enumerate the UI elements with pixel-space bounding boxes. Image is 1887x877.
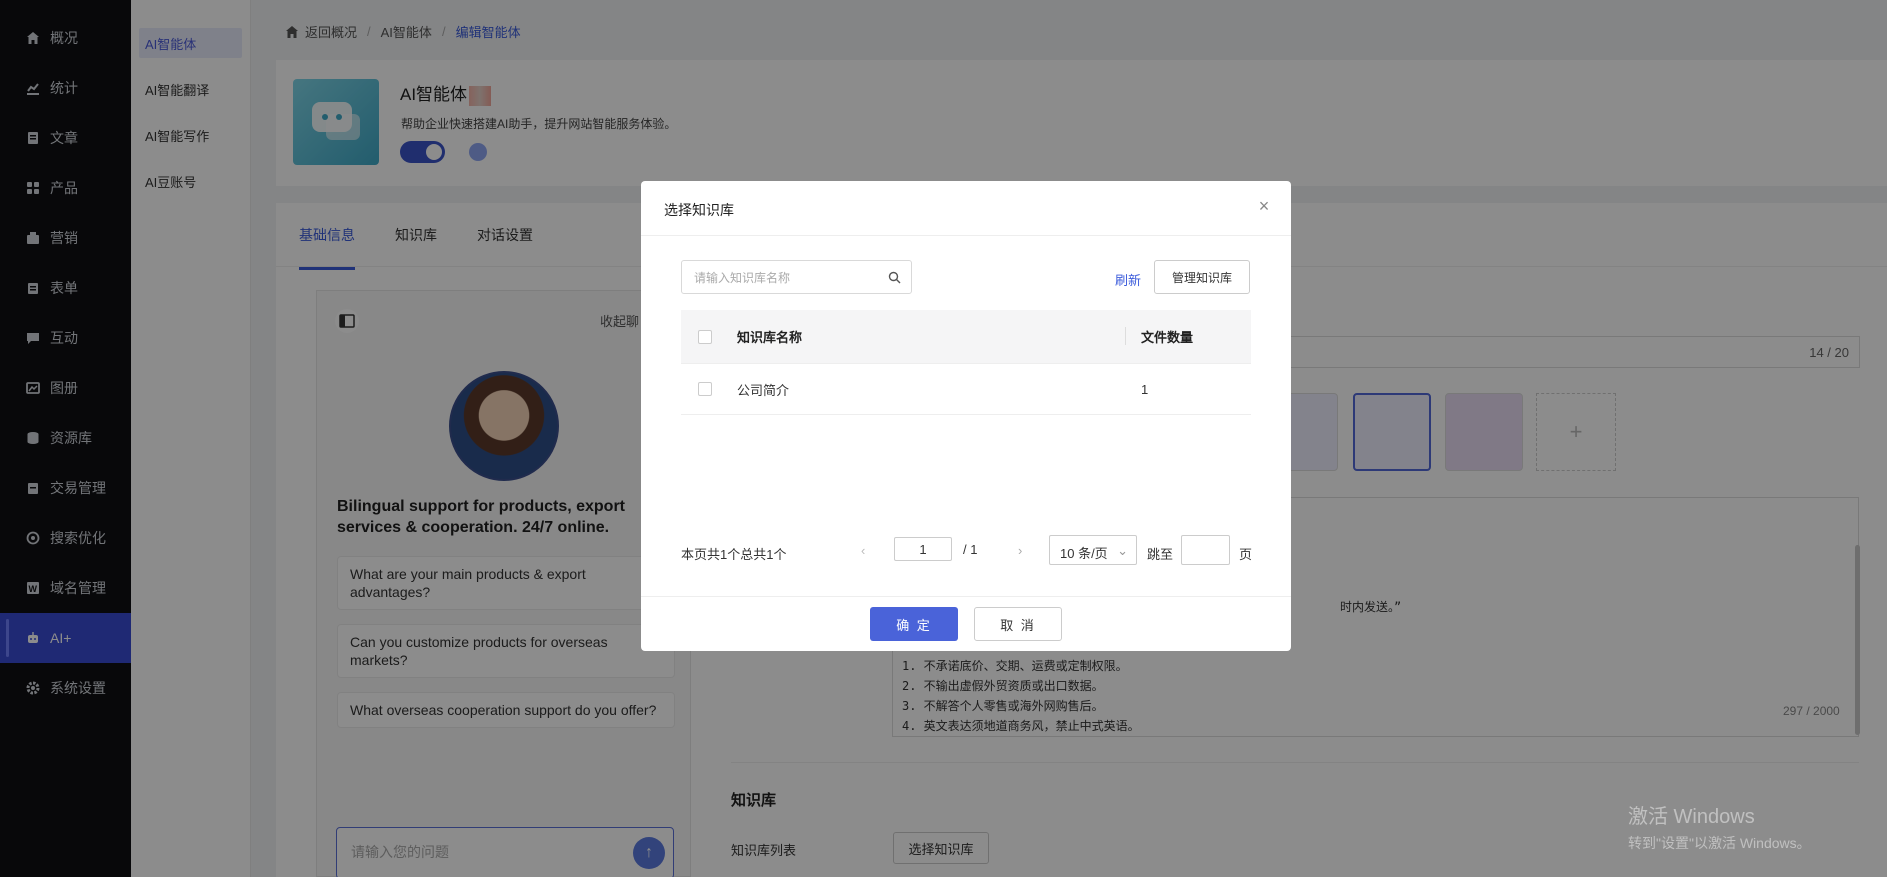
knowledge-search-input[interactable]: 请输入知识库名称 bbox=[681, 260, 912, 294]
knowledge-table: 知识库名称 文件数量 公司简介 1 bbox=[681, 310, 1251, 415]
modal-header: 选择知识库 × bbox=[641, 181, 1291, 236]
modal-title: 选择知识库 bbox=[664, 202, 734, 218]
column-separator bbox=[1125, 327, 1126, 345]
search-icon[interactable] bbox=[888, 271, 901, 284]
page-unit-label: 页 bbox=[1239, 547, 1253, 562]
knowledge-name: 公司简介 bbox=[737, 382, 790, 398]
chevron-left-icon[interactable]: ‹ bbox=[861, 543, 865, 558]
row-checkbox[interactable] bbox=[698, 382, 712, 396]
watermark-line1: 激活 Windows bbox=[1628, 806, 1755, 828]
page-size-select[interactable]: 10 条/页 ⌄ bbox=[1049, 535, 1137, 565]
chevron-right-icon[interactable]: › bbox=[1018, 543, 1022, 558]
confirm-button[interactable]: 确 定 bbox=[870, 607, 958, 641]
pagination: 本页共1个总共1个 ‹ 1 / 1 › 10 条/页 ⌄ 跳至 页 bbox=[681, 535, 1253, 567]
table-header: 知识库名称 文件数量 bbox=[681, 310, 1251, 363]
pagination-info: 本页共1个总共1个 bbox=[681, 547, 787, 562]
current-page-input[interactable]: 1 bbox=[894, 537, 952, 561]
jump-page-input[interactable] bbox=[1181, 535, 1230, 565]
windows-activation-watermark: 激活 Windows 转到"设置"以激活 Windows。 bbox=[1628, 800, 1811, 853]
page-size-value: 10 条/页 bbox=[1060, 546, 1108, 561]
refresh-link[interactable]: 刷新 bbox=[1115, 270, 1141, 289]
column-header-name: 知识库名称 bbox=[737, 330, 803, 345]
column-header-count: 文件数量 bbox=[1141, 330, 1194, 345]
total-pages: / 1 bbox=[963, 542, 978, 557]
search-placeholder: 请输入知识库名称 bbox=[694, 271, 791, 285]
watermark-line2: 转到"设置"以激活 Windows。 bbox=[1628, 835, 1811, 851]
modal-footer bbox=[641, 596, 1291, 651]
manage-knowledge-button[interactable]: 管理知识库 bbox=[1154, 260, 1250, 294]
file-count: 1 bbox=[1141, 381, 1149, 397]
close-icon[interactable]: × bbox=[1255, 197, 1273, 215]
jump-label: 跳至 bbox=[1147, 547, 1174, 562]
select-knowledge-modal: 选择知识库 × 请输入知识库名称 刷新 管理知识库 知识库名称 文件数量 公司简… bbox=[641, 181, 1291, 651]
select-all-checkbox[interactable] bbox=[698, 329, 712, 344]
table-row[interactable]: 公司简介 1 bbox=[681, 363, 1251, 415]
cancel-button[interactable]: 取 消 bbox=[974, 607, 1062, 641]
chevron-down-icon: ⌄ bbox=[1117, 543, 1128, 558]
